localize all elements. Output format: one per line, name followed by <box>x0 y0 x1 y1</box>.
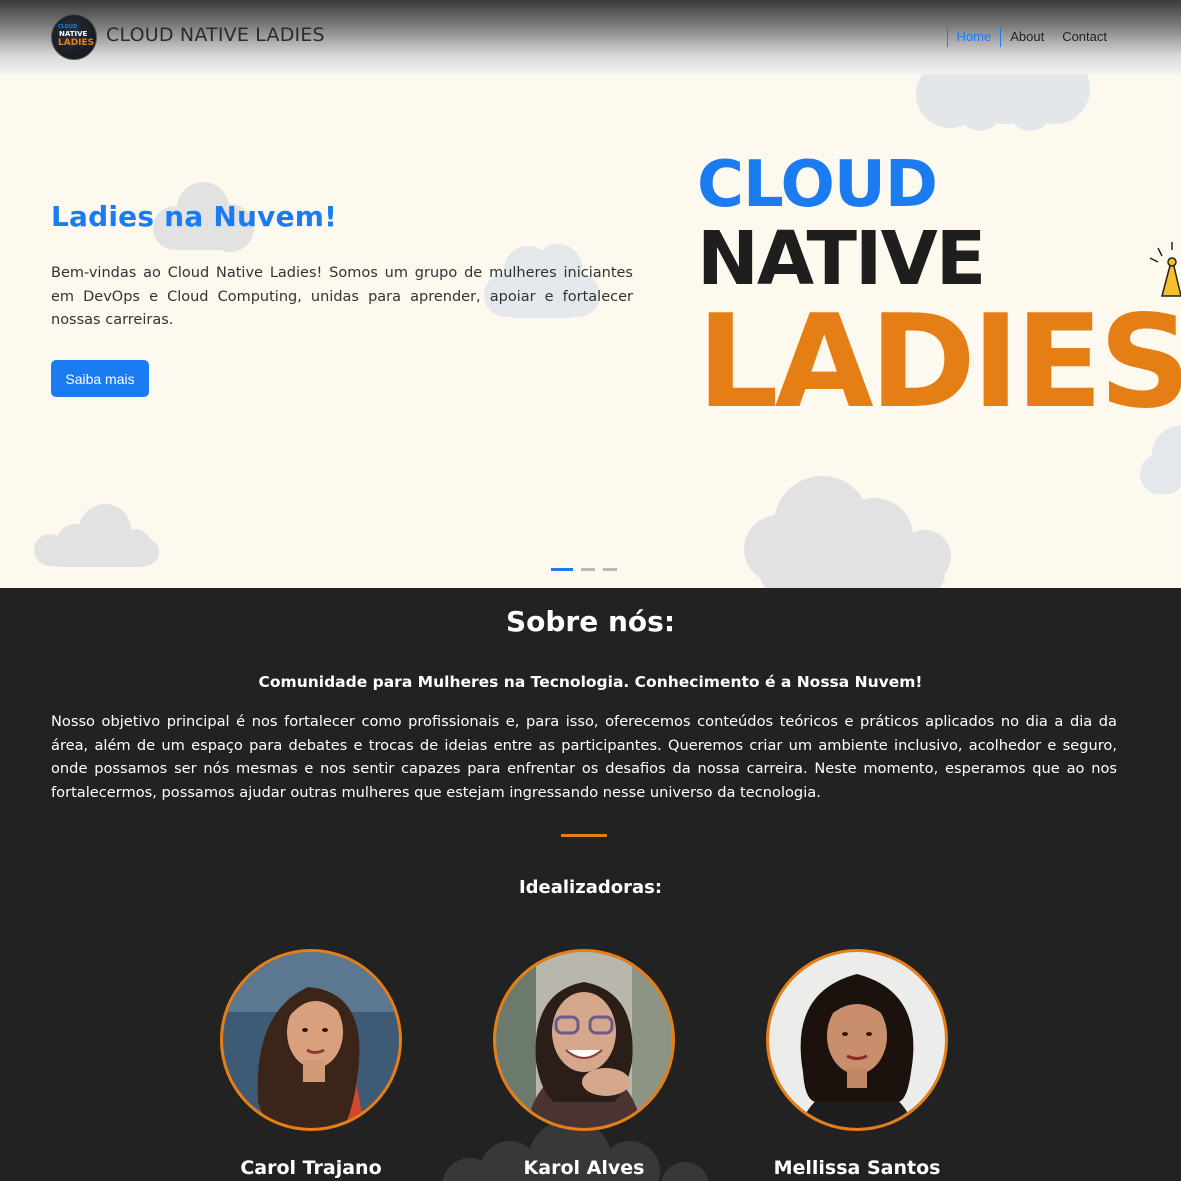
logo-text-ladies: LADIES <box>58 38 95 48</box>
member-name: Karol Alves <box>523 1157 645 1179</box>
hero-title: Ladies na Nuvem! <box>51 200 338 233</box>
section-divider <box>561 834 607 837</box>
navbar: CLOUD NATIVE LADIES CLOUD NATIVE LADIES … <box>0 0 1181 74</box>
banner-word-cloud: CLOUD <box>697 148 938 222</box>
member-photo <box>766 949 948 1131</box>
brand-logo[interactable]: CLOUD NATIVE LADIES <box>51 14 97 60</box>
hero-carousel: Ladies na Nuvem! Bem-vindas ao Cloud Nat… <box>0 74 1181 588</box>
nav-link-contact[interactable]: Contact <box>1053 27 1116 47</box>
about-section: Sobre nós: Comunidade para Mulheres na T… <box>0 588 1181 1181</box>
carousel-indicator-2[interactable] <box>581 568 595 571</box>
hero-description: Bem-vindas ao Cloud Native Ladies! Somos… <box>51 265 633 328</box>
nav-link-home[interactable]: Home <box>946 27 1002 47</box>
nav-link-about[interactable]: About <box>1001 27 1053 47</box>
member-card: Carol Trajano <box>220 949 402 1179</box>
logo-text-native: NATIVE <box>59 30 88 38</box>
cloud-decoration <box>34 504 159 567</box>
brand-name[interactable]: CLOUD NATIVE LADIES <box>106 24 325 46</box>
about-subtitle: Comunidade para Mulheres na Tecnologia. … <box>258 673 923 691</box>
about-description: Nosso objetivo principal é nos fortalece… <box>51 713 1117 801</box>
cloud-decoration <box>744 476 951 588</box>
member-card: Mellissa Santos <box>766 949 948 1179</box>
banner-word-ladies: LADIES <box>697 288 1181 437</box>
saiba-mais-button[interactable]: Saiba mais <box>51 360 149 397</box>
carousel-indicators <box>551 568 617 571</box>
nav-links: Home About Contact <box>946 27 1116 47</box>
team-title: Idealizadoras: <box>518 877 663 898</box>
member-name: Carol Trajano <box>240 1157 382 1179</box>
member-card: Karol Alves <box>493 949 675 1179</box>
member-photo <box>493 949 675 1131</box>
cloud-decoration <box>916 74 1090 131</box>
member-photo <box>220 949 402 1131</box>
member-name: Mellissa Santos <box>773 1157 941 1179</box>
carousel-indicator-3[interactable] <box>603 568 617 571</box>
about-title: Sobre nós: <box>505 605 676 638</box>
carousel-indicator-1[interactable] <box>551 568 573 571</box>
